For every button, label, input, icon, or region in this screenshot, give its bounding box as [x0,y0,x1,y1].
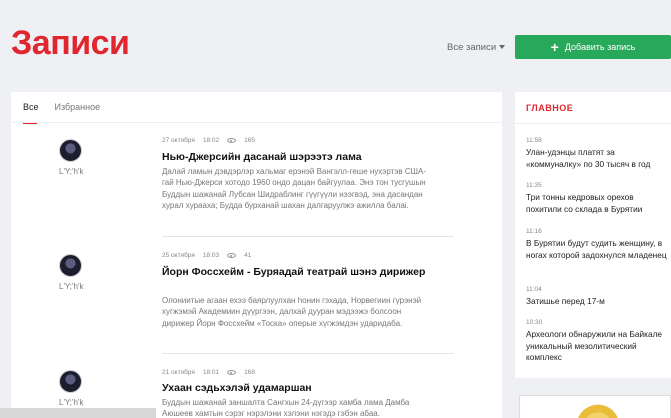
news-time: 11:16 [526,228,542,235]
main-news-card: ГЛАВНОЕ 11:58 Улан-удэнцы платят за «ком… [515,92,671,378]
news-link[interactable]: В Бурятии будут судить женщину, в ногах … [526,238,668,261]
sidebar-title: ГЛАВНОЕ [526,103,574,113]
plus-icon: + [550,39,559,55]
post-title[interactable]: Нью-Джерсийн дасанай шэрээтэ лама [162,151,432,164]
post-divider [162,236,454,237]
avatar[interactable] [59,254,82,277]
post-date: 25 октября [162,252,195,259]
post-meta: 25 октября 18:03 41 [162,252,251,259]
tabs-divider [11,122,502,123]
post-author[interactable]: L'Y;'h'k [59,282,84,291]
filter-dropdown[interactable]: Все записи [447,42,506,53]
tab-favorites[interactable]: Избранное [55,102,101,124]
add-post-button-label: Добавить запись [564,42,636,52]
news-link[interactable]: Затишье перед 17-м [526,296,668,308]
post-date: 27 октября [162,137,195,144]
news-time: 11:04 [526,286,542,293]
post-date: 21 октября [162,369,195,376]
filter-label: Все записи [447,42,497,53]
post-views: 165 [244,137,255,144]
news-time: 10:30 [526,319,543,326]
post-divider [162,353,454,354]
page-title: Записи [11,24,130,62]
posts-card: Все Избранное L'Y;'h'k 27 октября 18:02 … [11,92,502,418]
post-author[interactable]: L'Y;'h'k [59,167,84,176]
avatar[interactable] [59,139,82,162]
post-meta: 21 октября 18:01 168 [162,369,255,376]
post-views: 168 [244,369,255,376]
post-excerpt: Буддын шажанай заншалта Сангхын 24-дүгээ… [162,398,410,418]
news-link[interactable]: Улан-удэнцы платят за «коммуналку» по 30… [526,147,668,170]
news-link[interactable]: Три тонны кедровых орехов похитили со ск… [526,192,668,215]
post-time: 18:01 [202,369,220,376]
news-link[interactable]: Археологи обнаружили на Байкале уникальн… [526,329,668,364]
post-excerpt: Далай ламын дэвдэрлэр хальмаг ерэнэй Ван… [162,167,426,210]
news-time: 11:58 [526,137,542,144]
post-author[interactable]: L'Y;'h'k [59,398,84,407]
sidebar-divider [515,123,671,124]
post-meta: 27 октября 18:02 165 [162,137,255,144]
eye-icon [227,138,237,143]
tabs: Все Избранное [23,102,100,124]
post-excerpt: Олониитые агаан ехээ баярлуулхан hонин г… [162,296,422,328]
bottom-scroll-bar[interactable] [0,408,156,418]
tab-all[interactable]: Все [23,102,39,124]
post-title[interactable]: Ухаан сэдьхэлэй удамаршан [162,382,432,395]
add-post-button[interactable]: + Добавить запись [515,35,671,59]
post-title[interactable]: Йорн Фоссхейм - Буряадай театрай шэнэ ди… [162,266,432,279]
medal-image [568,402,628,418]
post-time: 18:03 [202,252,220,259]
avatar[interactable] [59,370,82,393]
eye-icon [227,370,237,375]
promo-image[interactable] [519,395,671,418]
post-views: 41 [244,252,252,259]
post-time: 18:02 [202,137,220,144]
news-time: 11:35 [526,182,542,189]
chevron-down-icon [499,45,506,50]
eye-icon [227,253,237,258]
